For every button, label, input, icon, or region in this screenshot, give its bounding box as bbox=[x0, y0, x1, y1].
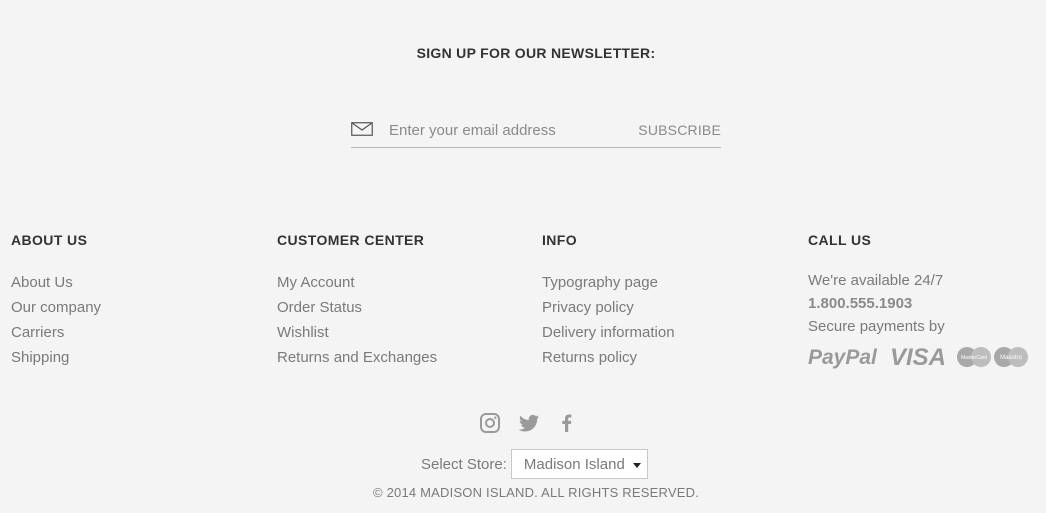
link-our-company[interactable]: Our company bbox=[11, 299, 101, 316]
social-links bbox=[478, 411, 578, 435]
availability-text: We're available 24/7 bbox=[808, 272, 944, 289]
link-returns-policy[interactable]: Returns policy bbox=[542, 349, 637, 366]
twitter-icon[interactable] bbox=[517, 411, 541, 435]
maestro-logo-text: Maestro bbox=[1000, 355, 1022, 361]
footer-column-call-us: CALL US We're available 24/7 1.800.555.1… bbox=[808, 232, 1046, 371]
chevron-down-icon bbox=[632, 463, 641, 468]
maestro-logo: Maestro bbox=[994, 347, 1028, 367]
link-my-account[interactable]: My Account bbox=[277, 274, 355, 291]
link-delivery-info[interactable]: Delivery information bbox=[542, 324, 675, 341]
visa-logo: VISA bbox=[890, 344, 946, 371]
link-shipping[interactable]: Shipping bbox=[11, 349, 69, 366]
column-heading: ABOUT US bbox=[11, 232, 88, 248]
column-heading: CUSTOMER CENTER bbox=[277, 232, 425, 248]
footer-column-info: INFO Typography page Privacy policy Deli… bbox=[542, 232, 792, 370]
store-select-value: Madison Island bbox=[523, 456, 625, 473]
footer-column-customer-center: CUSTOMER CENTER My Account Order Status … bbox=[277, 232, 527, 370]
column-heading: CALL US bbox=[808, 232, 872, 248]
mail-icon bbox=[351, 122, 373, 136]
email-input[interactable] bbox=[389, 119, 629, 141]
column-heading: INFO bbox=[542, 232, 578, 248]
link-about-us[interactable]: About Us bbox=[11, 274, 73, 291]
subscribe-button[interactable]: SUBSCRIBE bbox=[638, 122, 721, 138]
paypal-logo-text: PayPal bbox=[808, 346, 878, 369]
link-privacy-policy[interactable]: Privacy policy bbox=[542, 299, 634, 316]
paypal-logo: PayPal bbox=[808, 346, 878, 369]
link-typography[interactable]: Typography page bbox=[542, 274, 658, 291]
visa-logo-text: VISA bbox=[890, 344, 946, 371]
store-selector-row: Select Store: Madison Island bbox=[421, 448, 648, 480]
link-carriers[interactable]: Carriers bbox=[11, 324, 64, 341]
facebook-icon[interactable] bbox=[555, 411, 579, 435]
mastercard-logo-text: MasterCard bbox=[961, 355, 987, 361]
link-wishlist[interactable]: Wishlist bbox=[277, 324, 329, 341]
payment-logos: PayPal VISA MasterCard Maestro bbox=[808, 342, 1038, 372]
link-order-status[interactable]: Order Status bbox=[277, 299, 362, 316]
newsletter-form: SUBSCRIBE bbox=[351, 113, 721, 148]
instagram-icon[interactable] bbox=[478, 411, 502, 435]
payments-label: Secure payments by bbox=[808, 318, 945, 335]
store-select[interactable]: Madison Island bbox=[510, 449, 648, 479]
phone-number: 1.800.555.1903 bbox=[808, 295, 913, 312]
store-label: Select Store: bbox=[421, 455, 507, 473]
newsletter-title: SIGN UP FOR OUR NEWSLETTER: bbox=[416, 45, 656, 61]
link-returns-exchanges[interactable]: Returns and Exchanges bbox=[277, 349, 437, 366]
copyright-text: © 2014 MADISON ISLAND. ALL RIGHTS RESERV… bbox=[373, 485, 699, 500]
footer-column-about: ABOUT US About Us Our company Carriers S… bbox=[11, 232, 261, 370]
mastercard-logo: MasterCard bbox=[957, 347, 991, 367]
